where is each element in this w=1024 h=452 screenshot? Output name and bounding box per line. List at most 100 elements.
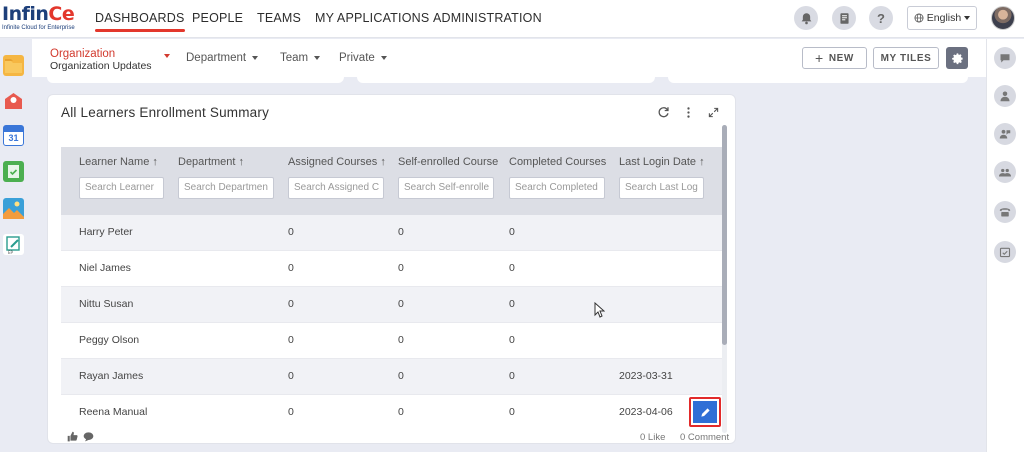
infince-logo[interactable]: InfinCe Infinite Cloud for Enterprise: [2, 3, 75, 34]
cell-self-enrolled: 0: [398, 262, 404, 274]
scrollbar-thumb[interactable]: [722, 125, 727, 345]
mail-app-icon[interactable]: [3, 90, 24, 111]
mouse-cursor: [594, 302, 605, 318]
cell-self-enrolled: 0: [398, 370, 404, 382]
organization-value[interactable]: Organization Updates: [50, 60, 152, 72]
gallery-app-icon[interactable]: [3, 198, 24, 219]
edit-app-icon[interactable]: EP: [3, 234, 24, 255]
calendar-app-icon[interactable]: 31: [3, 125, 24, 146]
chevron-down-icon: [380, 56, 387, 60]
chat-button[interactable]: [994, 47, 1016, 69]
comment-icon[interactable]: [83, 431, 94, 442]
search-completed-input[interactable]: Search Completed: [509, 177, 605, 199]
nav-people[interactable]: PEOPLE: [192, 11, 243, 25]
tile-bottom-edge: [47, 77, 344, 83]
column-header-learner-name[interactable]: Learner Name ↑: [79, 156, 179, 168]
new-button[interactable]: + NEW: [802, 47, 867, 69]
cell-assigned-courses: 0: [288, 226, 294, 238]
organization-label[interactable]: Organization: [50, 48, 115, 60]
user-chat-button[interactable]: [994, 123, 1016, 145]
cell-assigned-courses: 0: [288, 298, 294, 310]
nav-dashboards[interactable]: DASHBOARDS: [95, 11, 185, 32]
gear-icon: [951, 52, 963, 64]
chat-icon: [1000, 54, 1010, 63]
expand-button[interactable]: [705, 104, 721, 120]
chevron-down-icon: [314, 56, 321, 60]
calendar-button[interactable]: [994, 241, 1016, 263]
search-last-login-input[interactable]: Search Last Log: [619, 177, 704, 199]
table-row[interactable]: Nittu Susan 0 0 0: [61, 287, 724, 323]
table-row[interactable]: Rayan James 0 0 0 2023-03-31: [61, 359, 724, 395]
cell-completed-courses: 0: [509, 226, 515, 238]
search-assigned-input[interactable]: Search Assigned C: [288, 177, 384, 199]
chevron-down-icon: [252, 56, 259, 60]
cell-learner-name: Peggy Olson: [79, 334, 140, 346]
filter-department[interactable]: Department: [186, 52, 259, 64]
refresh-button[interactable]: [655, 104, 671, 120]
nav-administration[interactable]: ADMINISTRATION: [433, 11, 542, 25]
cell-self-enrolled: 0: [398, 406, 404, 418]
column-header-assigned-courses[interactable]: Assigned Courses ↑: [288, 156, 394, 168]
table-row[interactable]: Reena Manual 0 0 0 2023-04-06: [61, 395, 724, 429]
top-navigation: InfinCe Infinite Cloud for Enterprise DA…: [0, 0, 1024, 38]
globe-icon: [914, 13, 924, 23]
nav-teams[interactable]: TEAMS: [257, 11, 301, 25]
cell-learner-name: Harry Peter: [79, 226, 133, 238]
enrollment-table: Learner Name ↑ Department ↑ Assigned Cou…: [61, 147, 724, 429]
settings-button[interactable]: [946, 47, 968, 69]
my-tiles-button[interactable]: MY TILES: [873, 47, 939, 69]
cell-assigned-courses: 0: [288, 370, 294, 382]
svg-text:EP: EP: [8, 250, 14, 255]
bell-icon: [801, 12, 811, 24]
column-header-department[interactable]: Department ↑: [178, 156, 278, 168]
cell-learner-name: Nittu Susan: [79, 298, 134, 310]
like-icon[interactable]: [67, 431, 78, 442]
filter-private-label: Private: [339, 52, 375, 64]
avatar[interactable]: [991, 6, 1015, 30]
tile-bottom-edge: [668, 77, 968, 83]
search-department-input[interactable]: Search Departmen: [178, 177, 274, 199]
chevron-down-icon: [964, 16, 971, 20]
cell-self-enrolled: 0: [398, 298, 404, 310]
cell-assigned-courses: 0: [288, 406, 294, 418]
folder-app-icon[interactable]: [3, 55, 24, 76]
logo-text: Infin: [2, 3, 49, 25]
table-row[interactable]: Niel James 0 0 0: [61, 251, 724, 287]
more-options-button[interactable]: [680, 104, 696, 120]
cell-last-login: 2023-04-06: [619, 406, 673, 418]
filter-team[interactable]: Team: [280, 52, 321, 64]
nav-my-applications[interactable]: MY APPLICATIONS: [315, 11, 429, 25]
calendar-check-icon: [999, 247, 1011, 258]
notifications-button[interactable]: [794, 6, 818, 30]
new-button-label: NEW: [828, 52, 854, 64]
cell-last-login: 2023-03-31: [619, 370, 673, 382]
cell-completed-courses: 0: [509, 406, 515, 418]
cell-completed-courses: 0: [509, 298, 515, 310]
pencil-icon: [700, 407, 710, 417]
like-count[interactable]: 0 Like: [640, 432, 665, 443]
cell-assigned-courses: 0: [288, 334, 294, 346]
column-header-self-enrolled[interactable]: Self-enrolled Course: [398, 156, 504, 168]
table-row[interactable]: Peggy Olson 0 0 0: [61, 323, 724, 359]
edit-button[interactable]: [689, 397, 721, 427]
table-row[interactable]: Harry Peter 0 0 0: [61, 215, 724, 251]
tasks-app-icon[interactable]: [3, 161, 24, 182]
column-header-last-login[interactable]: Last Login Date ↑: [619, 156, 719, 168]
search-learner-input[interactable]: Search Learner: [79, 177, 164, 199]
help-button[interactable]: ?: [869, 6, 893, 30]
search-self-enrolled-input[interactable]: Search Self-enrolle: [398, 177, 494, 199]
phone-button[interactable]: [994, 201, 1016, 223]
groups-button[interactable]: [994, 161, 1016, 183]
column-header-completed-courses[interactable]: Completed Courses: [509, 156, 615, 168]
comment-count[interactable]: 0 Comment: [680, 432, 729, 443]
phone-icon: [999, 208, 1011, 217]
cell-assigned-courses: 0: [288, 262, 294, 274]
card-title: All Learners Enrollment Summary: [61, 105, 270, 120]
language-select[interactable]: English: [907, 6, 977, 30]
table-header: Learner Name ↑ Department ↑ Assigned Cou…: [61, 147, 724, 215]
profile-button[interactable]: [994, 85, 1016, 107]
filter-private[interactable]: Private: [339, 52, 387, 64]
reports-button[interactable]: [832, 6, 856, 30]
chevron-down-icon[interactable]: [164, 54, 170, 58]
learners-enrollment-card: All Learners Enrollment Summary Learner …: [47, 94, 736, 444]
